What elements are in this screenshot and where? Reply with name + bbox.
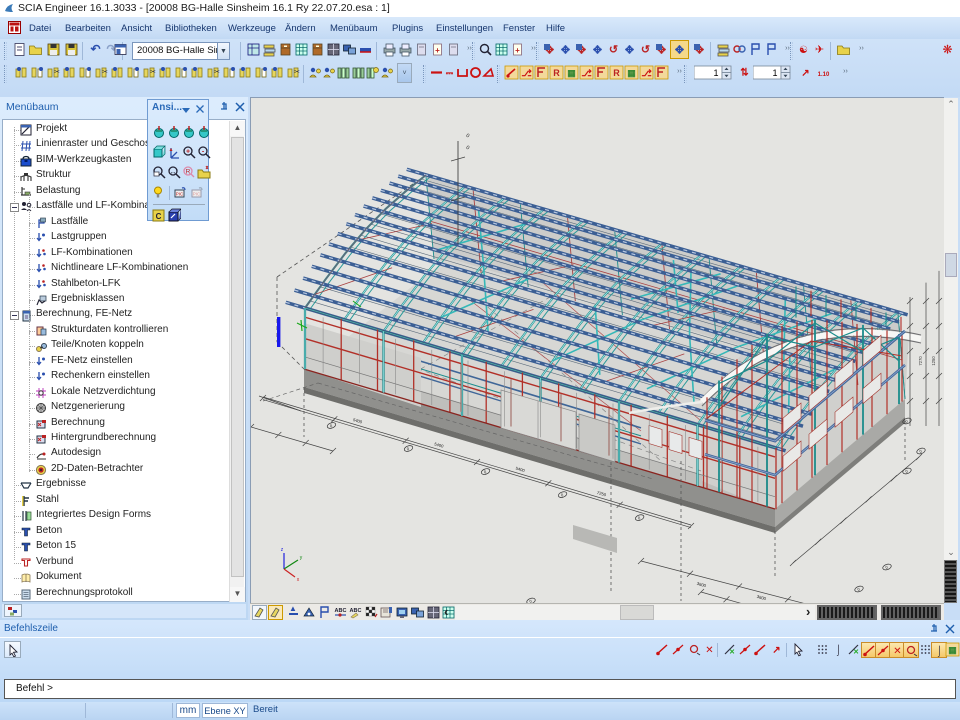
svg-text:✕: ✕ — [893, 646, 901, 657]
svg-text:››: ›› — [677, 68, 682, 75]
svg-text:▦: ▦ — [627, 68, 636, 78]
svg-text:+: + — [435, 46, 440, 55]
svg-text:☯: ☯ — [799, 45, 808, 56]
svg-text:▦: ▦ — [948, 645, 957, 655]
svg-text:✥: ✥ — [675, 45, 684, 57]
svg-text:⌡: ⌡ — [936, 645, 942, 657]
svg-text:3600: 3600 — [756, 594, 767, 602]
svg-text:C: C — [156, 212, 162, 221]
svg-text:R: R — [613, 68, 620, 78]
svg-text:1.10: 1.10 — [818, 72, 830, 78]
svg-text:✥: ✥ — [593, 45, 602, 57]
svg-text:✥: ✥ — [625, 45, 634, 57]
svg-text:ABC: ABC — [334, 608, 346, 614]
svg-text:1: 1 — [713, 68, 718, 78]
svg-text:✂: ✂ — [102, 69, 108, 76]
svg-text:››: ›› — [859, 45, 864, 52]
svg-text:7250: 7250 — [596, 490, 607, 498]
svg-text:7270: 7270 — [918, 356, 923, 366]
svg-text:↺: ↺ — [641, 44, 650, 56]
svg-text:✂: ✂ — [150, 69, 156, 76]
svg-text:››: ›› — [843, 68, 848, 75]
svg-text:✂: ✂ — [214, 69, 220, 76]
svg-text:1: 1 — [772, 68, 777, 78]
svg-text:PIC: PIC — [176, 192, 184, 197]
svg-text:↔: ↔ — [170, 169, 177, 176]
svg-text:x: x — [297, 577, 300, 583]
svg-text:✕: ✕ — [705, 645, 713, 656]
svg-text:✥: ✥ — [561, 45, 570, 57]
svg-text:⎇: ⎇ — [581, 68, 592, 78]
svg-text:✂: ✂ — [294, 69, 300, 76]
svg-text:z: z — [281, 547, 284, 553]
svg-text:3600: 3600 — [696, 581, 707, 589]
svg-text:⎇: ⎇ — [521, 68, 532, 78]
svg-text:⇅: ⇅ — [740, 68, 749, 79]
svg-text:⌡: ⌡ — [835, 644, 841, 656]
svg-text:y: y — [300, 555, 303, 561]
svg-text:+: + — [515, 46, 520, 55]
svg-text:✕: ✕ — [853, 649, 859, 656]
svg-text:↶: ↶ — [89, 42, 100, 56]
svg-text:⎇: ⎇ — [641, 68, 652, 78]
svg-text:5400: 5400 — [434, 441, 445, 449]
svg-text:5400: 5400 — [352, 417, 363, 425]
svg-text:▲: ▲ — [289, 605, 297, 613]
svg-text:✈: ✈ — [815, 44, 824, 56]
svg-text:↗: ↗ — [772, 645, 780, 656]
svg-text:✂: ✂ — [54, 69, 60, 76]
svg-text:✕: ✕ — [729, 649, 735, 656]
svg-text:0: 0 — [465, 133, 471, 140]
svg-text:1250: 1250 — [931, 356, 936, 366]
svg-text:5400: 5400 — [515, 466, 526, 474]
svg-text:+: + — [186, 149, 190, 156]
svg-text:▦: ▦ — [567, 68, 576, 78]
svg-text:⎓: ⎓ — [446, 68, 454, 78]
svg-text:R: R — [553, 68, 560, 78]
svg-text:↗: ↗ — [801, 68, 809, 79]
svg-text:❋: ❋ — [942, 43, 952, 57]
svg-text:↺: ↺ — [609, 44, 618, 56]
svg-text:R: R — [186, 169, 191, 176]
svg-text:PIC: PIC — [192, 192, 200, 197]
svg-text:0: 0 — [465, 145, 471, 152]
